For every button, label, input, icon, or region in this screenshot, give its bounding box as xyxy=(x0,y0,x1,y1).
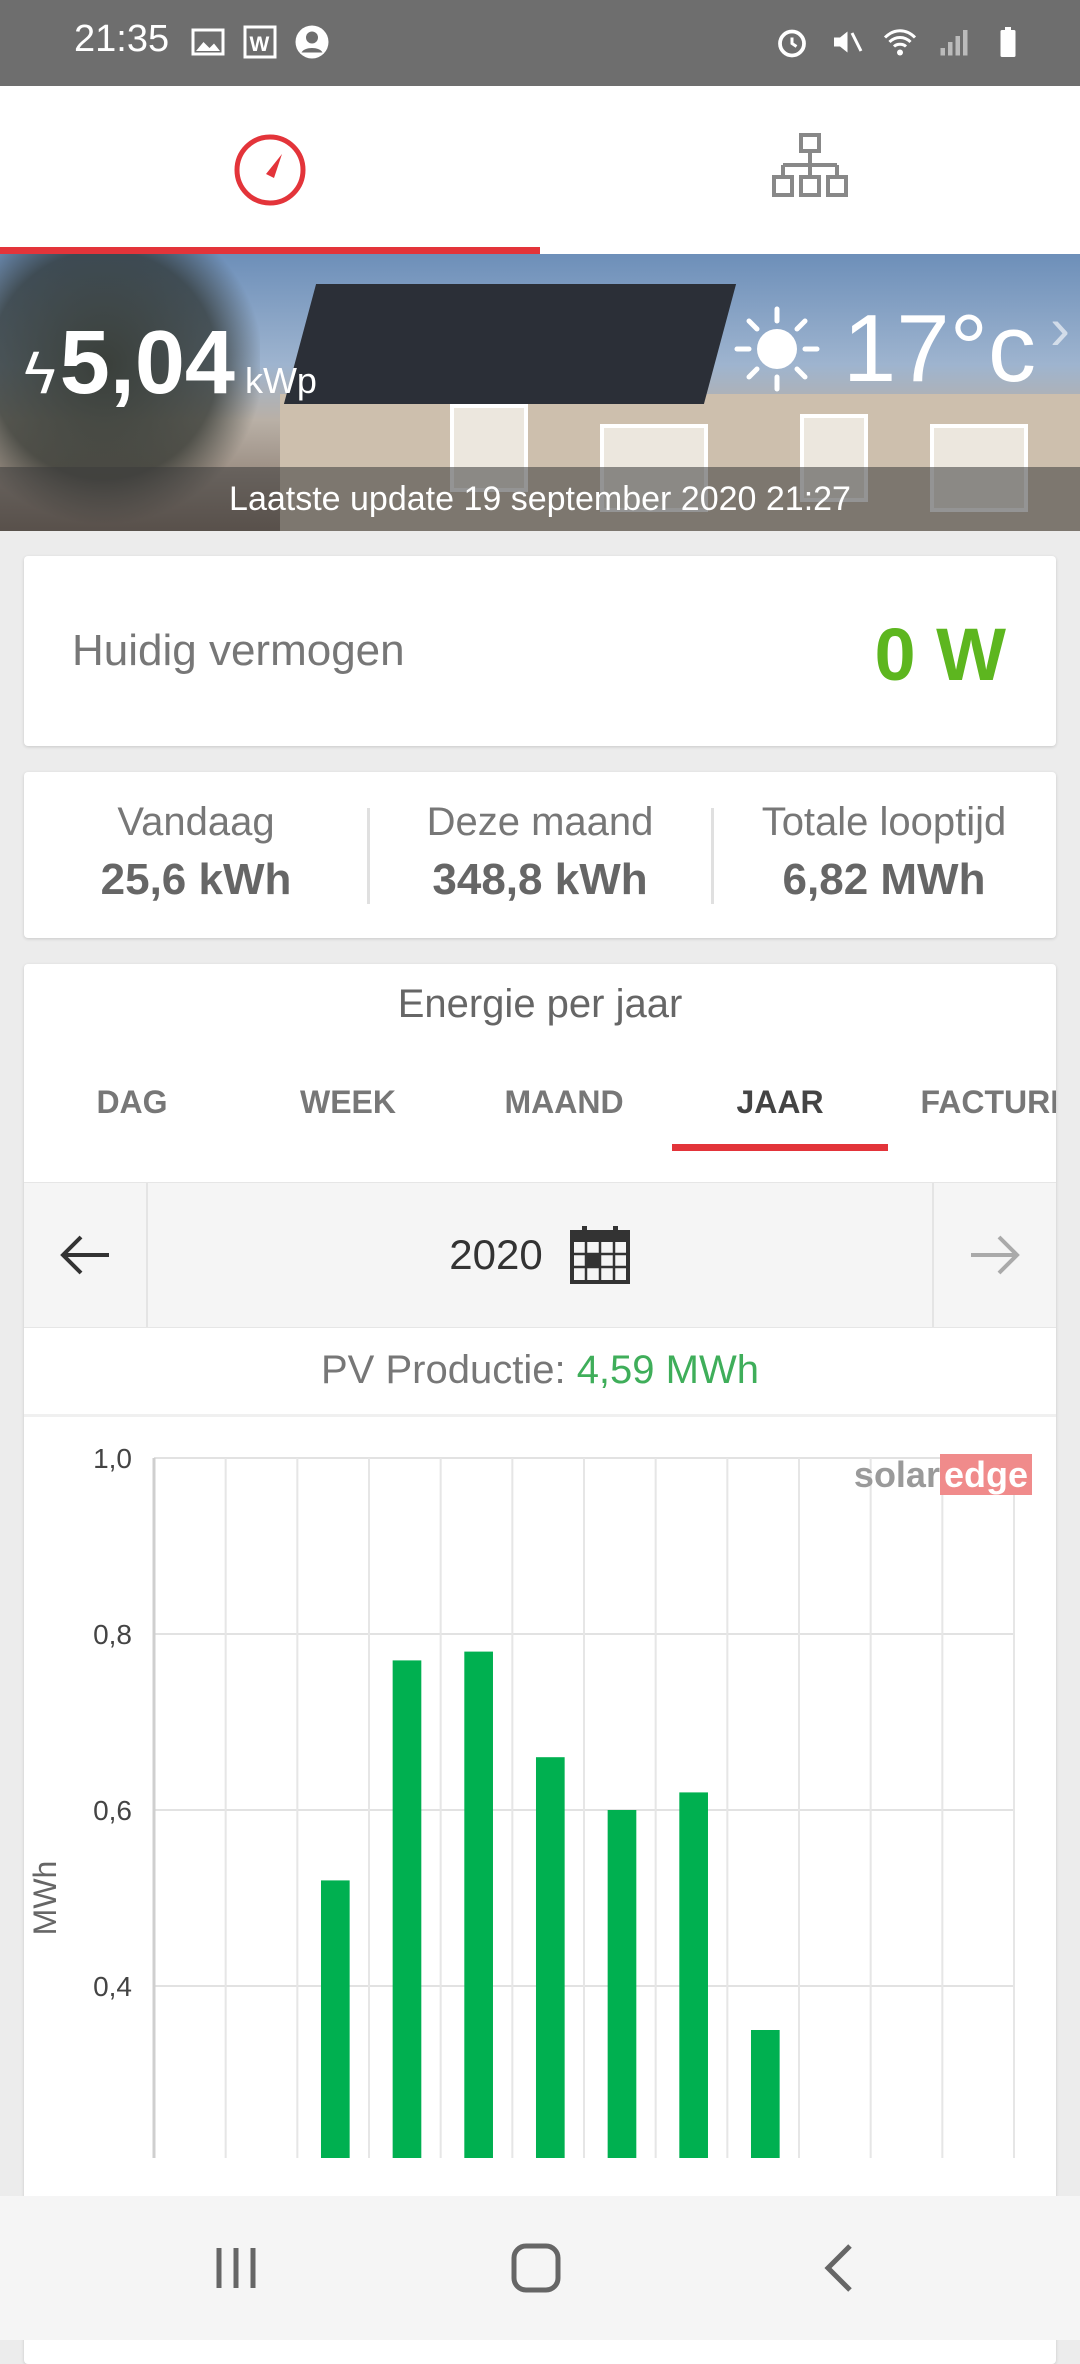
system-nav-bar xyxy=(0,2196,1080,2340)
tab-facturen[interactable]: FACTURE xyxy=(888,1064,1056,1152)
alarm-icon xyxy=(778,29,806,58)
y-axis-label: MWh xyxy=(27,1861,63,1936)
chevron-right-icon[interactable]: › xyxy=(1050,294,1070,363)
stat-label: Totale looptijd xyxy=(761,800,1007,844)
energy-stats-card: Vandaag 25,6 kWh Deze maand 348,8 kWh To… xyxy=(24,772,1056,938)
bar xyxy=(392,1660,422,2158)
pv-label: PV Productie: xyxy=(321,1348,577,1392)
current-power-card: Huidig vermogen 0 W xyxy=(24,556,1056,746)
pv-value: 4,59 MWh xyxy=(576,1348,759,1392)
period-picker[interactable]: 2020 xyxy=(146,1183,934,1327)
bar xyxy=(750,2030,780,2158)
stat-month: Deze maand 348,8 kWh xyxy=(368,772,712,938)
yearly-energy-chart: 1,0 0,8 0,6 0,4 MWh xyxy=(27,1443,1015,2158)
signal-icon xyxy=(940,30,968,56)
recent-apps-icon xyxy=(216,2248,256,2288)
stat-value: 25,6 kWh xyxy=(100,855,292,904)
tab-jaar[interactable]: JAAR xyxy=(672,1064,888,1152)
logo-text: solar xyxy=(853,1454,940,1495)
period-tab-indicator xyxy=(672,1144,888,1151)
hierarchy-icon xyxy=(772,133,848,197)
stat-label: Deze maand xyxy=(426,800,654,844)
bar xyxy=(607,1810,637,2158)
tab-dag[interactable]: DAG xyxy=(24,1064,240,1152)
stat-today: Vandaag 25,6 kWh xyxy=(24,772,368,938)
tab-maand[interactable]: MAAND xyxy=(456,1064,672,1152)
solaredge-logo: solar edge xyxy=(854,1454,1032,1496)
y-tick-label: 0,4 xyxy=(93,1971,132,2002)
stat-value: 348,8 kWh xyxy=(432,855,648,904)
next-period-button[interactable] xyxy=(932,1183,1056,1327)
y-tick-label: 0,8 xyxy=(93,1619,132,1650)
last-update: Laatste update 19 september 2020 21:27 xyxy=(0,467,1080,531)
tab-layout[interactable] xyxy=(540,86,1080,254)
home-button[interactable] xyxy=(476,2196,596,2340)
home-icon xyxy=(511,2243,561,2293)
energy-title: Energie per jaar xyxy=(397,982,683,1026)
temperature: 17°c xyxy=(842,295,1036,402)
kwp-unit: kWp xyxy=(244,360,317,401)
stat-lifetime: Totale looptijd 6,82 MWh xyxy=(712,772,1056,938)
selected-year: 2020 xyxy=(449,1231,543,1278)
current-power-label: Huidig vermogen xyxy=(72,626,405,675)
energy-chart-card: Energie per jaar DAG WEEK MAAND JAAR FAC… xyxy=(24,964,1056,2364)
back-button[interactable] xyxy=(780,2196,900,2340)
bar xyxy=(464,1651,493,2158)
current-power-value: 0 W xyxy=(874,613,1006,696)
wifi-icon xyxy=(883,29,917,56)
bar xyxy=(320,1880,350,2158)
y-tick-label: 1,0 xyxy=(93,1443,132,1474)
arrow-right-icon xyxy=(971,1235,1020,1275)
w-icon: W xyxy=(243,25,277,59)
logo-text-edge: edge xyxy=(939,1454,1032,1495)
kwp-value: 5,04 xyxy=(59,313,235,413)
previous-period-button[interactable] xyxy=(24,1183,148,1327)
top-tab-bar xyxy=(0,86,1080,254)
bolt-icon: ϟ xyxy=(24,339,56,406)
mute-icon xyxy=(834,31,863,53)
image-icon xyxy=(191,28,225,56)
tab-indicator xyxy=(0,247,540,254)
calendar-icon xyxy=(569,1226,630,1284)
y-tick-label: 0,6 xyxy=(93,1795,132,1826)
stat-label: Vandaag xyxy=(117,800,275,844)
recent-apps-button[interactable] xyxy=(176,2196,296,2340)
sun-icon xyxy=(734,306,820,392)
pv-production: PV Productie: 4,59 MWh xyxy=(24,1326,1056,1417)
stat-value: 6,82 MWh xyxy=(782,855,986,904)
status-time: 21:35 xyxy=(74,18,170,60)
tab-week[interactable]: WEEK xyxy=(240,1064,456,1152)
date-navigator: 2020 xyxy=(24,1182,1056,1328)
system-size: ϟ 5,04 kWp xyxy=(24,312,317,415)
back-icon xyxy=(824,2244,852,2292)
bar xyxy=(535,1757,565,2158)
status-bar: 21:35 W xyxy=(0,0,1080,86)
battery-icon xyxy=(1000,27,1016,57)
weather: 17°c xyxy=(731,294,1036,404)
arrow-left-icon xyxy=(60,1235,109,1275)
svg-text:W: W xyxy=(250,33,270,56)
tab-dashboard[interactable] xyxy=(0,86,540,254)
chart-area: solar edge 1,0 0,8 0,6 0,4 MWh xyxy=(24,1418,1056,2158)
bar xyxy=(679,1792,708,2158)
house-roof xyxy=(283,284,737,404)
account-icon xyxy=(295,25,329,59)
period-tabs: DAG WEEK MAAND JAAR FACTURE xyxy=(24,1064,1056,1152)
gauge-icon xyxy=(234,134,306,206)
hero-banner: ϟ 5,04 kWp 17°c › Laatste update 19 sept… xyxy=(0,254,1080,531)
